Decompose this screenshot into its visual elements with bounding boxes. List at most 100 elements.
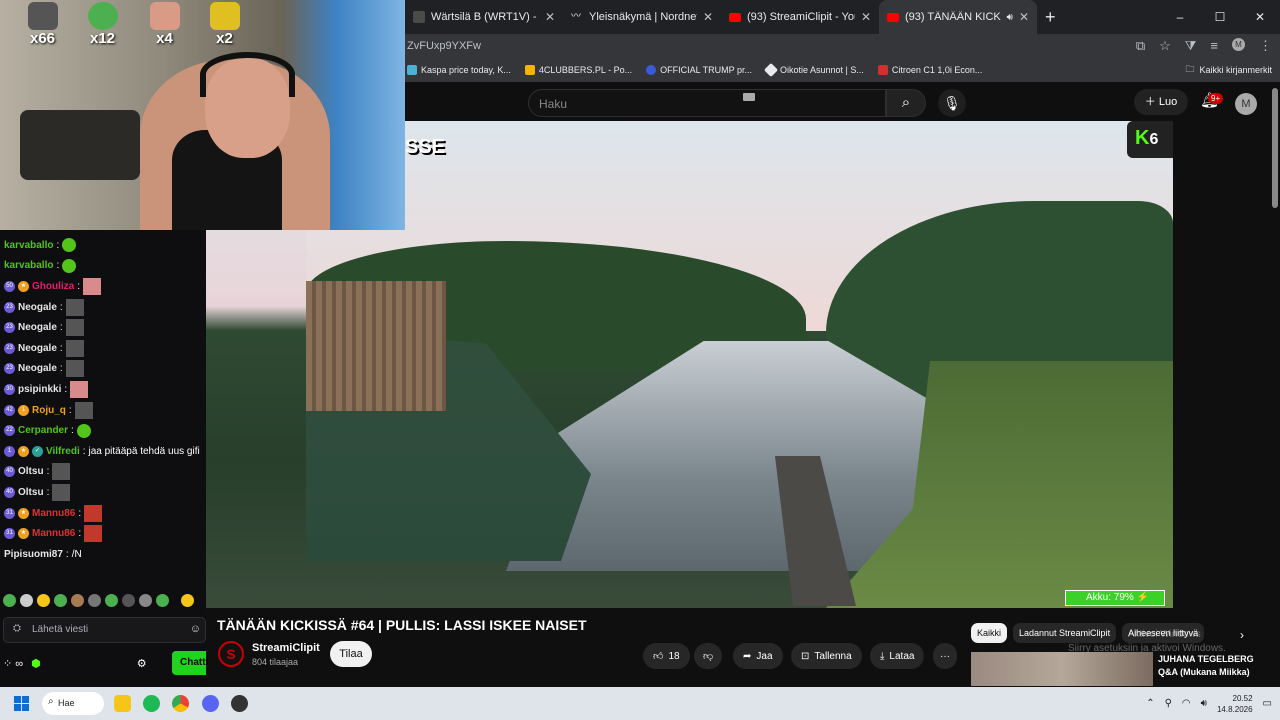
emote-icon[interactable] xyxy=(105,594,118,607)
search-input[interactable]: Haku xyxy=(528,89,886,117)
emote-icon[interactable] xyxy=(156,594,169,607)
obs-icon[interactable] xyxy=(231,695,248,712)
file-explorer-icon[interactable] xyxy=(114,695,131,712)
youtube-icon xyxy=(887,12,899,22)
browser-tab[interactable]: (93) StreamiClipit - YouTube ✕ xyxy=(721,0,879,34)
clock-time: 20.52 xyxy=(1232,693,1253,703)
create-button[interactable]: ＋ Luo xyxy=(1134,89,1188,115)
filter-chip-all[interactable]: Kaikki xyxy=(971,623,1008,643)
chrome-icon[interactable] xyxy=(172,695,189,712)
chat-username[interactable]: Vilfredi xyxy=(46,446,80,457)
chat-username[interactable]: karvaballo xyxy=(4,240,53,251)
windows-start-icon[interactable] xyxy=(14,696,29,711)
subscribe-button[interactable]: Tilaa xyxy=(330,641,372,667)
maximize-button[interactable]: ☐ xyxy=(1200,0,1240,34)
notification-icon[interactable]: ▭ xyxy=(1263,698,1272,709)
chat-username[interactable]: Oltsu xyxy=(18,466,44,477)
emote-picker-icon[interactable]: ☺ xyxy=(190,623,201,635)
chat-message: 23 Neogale: xyxy=(4,317,204,338)
discord-icon[interactable] xyxy=(202,695,219,712)
chat-settings-icon[interactable]: ⛭ xyxy=(13,623,21,634)
emote-icon[interactable] xyxy=(3,594,16,607)
url-text[interactable]: ZvFUxp9YXFw xyxy=(405,40,481,52)
gear-icon[interactable]: ⚙ xyxy=(137,657,147,670)
bookmark-item[interactable]: Oikotie Asunnot | S... xyxy=(763,62,864,78)
chevron-up-icon[interactable]: ⌃ xyxy=(1146,698,1154,709)
chat-username[interactable]: karvaballo xyxy=(4,260,53,271)
close-tab-icon[interactable]: ✕ xyxy=(1019,10,1029,24)
extensions-icon[interactable]: ⧩ xyxy=(1185,38,1197,54)
emote-icon xyxy=(27,2,58,30)
folder-icon: 🗀 xyxy=(1185,64,1195,74)
close-tab-icon[interactable]: ✕ xyxy=(861,10,871,24)
chat-send-button[interactable]: Chatti xyxy=(172,651,208,675)
browser-tab[interactable]: 〰 Yleisnäkymä | Nordnet ✕ xyxy=(563,0,721,34)
emote-icon xyxy=(209,2,240,30)
chat-username[interactable]: Ghouliza xyxy=(32,281,74,292)
bookmark-item[interactable]: 4CLUBBERS.PL - Po... xyxy=(524,65,632,75)
chat-username[interactable]: Cerpander xyxy=(18,425,68,436)
spotify-icon[interactable] xyxy=(143,695,160,712)
emote-icon[interactable] xyxy=(88,594,101,607)
all-bookmarks[interactable]: 🗀 Kaikki kirjanmerkit xyxy=(1185,62,1272,78)
speaker-icon[interactable]: 🔊︎ xyxy=(1007,12,1013,23)
chat-username[interactable]: Pipisuomi87 xyxy=(4,549,63,560)
emote-icon[interactable] xyxy=(139,594,152,607)
voice-search-button[interactable]: 🎙︎ xyxy=(938,89,966,117)
chat-username[interactable]: Neogale xyxy=(18,363,57,374)
browser-tab[interactable]: Wärtsilä B (WRT1V) - Osakekurssi ✕ xyxy=(405,0,563,34)
media-control-icon[interactable]: ≡ xyxy=(1210,38,1218,54)
new-tab-button[interactable]: + xyxy=(1045,7,1056,28)
chat-username[interactable]: Mannu86 xyxy=(32,528,75,539)
search-button[interactable]: ⌕ xyxy=(886,89,926,117)
chat-badge: ✓ xyxy=(32,445,43,457)
profile-icon[interactable]: M xyxy=(1232,38,1245,51)
install-app-icon[interactable]: ⧉ xyxy=(1136,38,1145,54)
bookmark-item[interactable]: Kaspa price today, K... xyxy=(407,65,511,75)
share-button[interactable]: ➦ Jaa xyxy=(733,643,783,669)
dislike-button[interactable]: 👎︎ xyxy=(694,643,723,669)
recommended-video-title[interactable]: JUHANA TEGELBERG Q&A (Mukana Miikka) xyxy=(1158,653,1254,679)
channel-avatar[interactable]: S xyxy=(218,641,244,667)
chat-input[interactable]: ⛭ Lähetä viesti ☺ xyxy=(3,617,206,643)
emote-icon[interactable] xyxy=(20,594,33,607)
more-actions-button[interactable]: ··· xyxy=(933,643,957,669)
avatar[interactable]: M xyxy=(1235,93,1257,115)
close-tab-icon[interactable]: ✕ xyxy=(545,10,555,24)
chevron-right-icon[interactable]: › xyxy=(1240,628,1244,642)
chat-username[interactable]: psipinkki xyxy=(18,384,61,395)
address-bar[interactable]: ZvFUxp9YXFw ⧉ ☆ ⧩ ≡ M ⋮ xyxy=(405,34,1280,58)
browser-tab-active[interactable]: (93) TÄNÄÄN KICKISSÄ #64 🔊︎ ✕ xyxy=(879,0,1037,34)
scrollbar[interactable] xyxy=(1272,88,1278,208)
bookmark-item[interactable]: Citroen C1 1,0i Econ... xyxy=(877,65,982,75)
close-tab-icon[interactable]: ✕ xyxy=(703,10,713,24)
chat-username[interactable]: Neogale xyxy=(18,302,57,313)
chat-username[interactable]: Mannu86 xyxy=(32,508,75,519)
bookmark-item[interactable]: OFFICIAL TRUMP pr... xyxy=(646,65,752,75)
location-icon[interactable]: ⚲ xyxy=(1165,698,1172,709)
menu-kebab-icon[interactable]: ⋮ xyxy=(1259,38,1272,54)
taskbar-search[interactable]: ⌕ Hae xyxy=(42,692,104,715)
chat-username[interactable]: Neogale xyxy=(18,343,57,354)
recommended-video-thumbnail[interactable] xyxy=(971,652,1153,686)
close-window-button[interactable]: ✕ xyxy=(1240,0,1280,34)
emote-icon[interactable] xyxy=(71,594,84,607)
like-button[interactable]: 👍︎ 18 xyxy=(643,643,690,669)
chat-username[interactable]: Roju_q xyxy=(32,405,66,416)
save-button[interactable]: ⊡ Tallenna xyxy=(791,643,862,669)
taskbar-clock[interactable]: 20.52 14.8.2026 xyxy=(1217,693,1253,715)
channel-name[interactable]: StreamiClipit xyxy=(252,642,320,654)
emote-icon[interactable] xyxy=(37,594,50,607)
minimize-button[interactable]: – xyxy=(1160,0,1200,34)
wifi-icon[interactable]: ◠ xyxy=(1182,698,1191,709)
chat-badge: 23 xyxy=(4,342,15,354)
chat-username[interactable]: Neogale xyxy=(18,322,57,333)
volume-icon[interactable]: 🔊︎ xyxy=(1201,698,1207,709)
emote-icon[interactable] xyxy=(54,594,67,607)
bookmark-star-icon[interactable]: ☆ xyxy=(1159,38,1171,54)
emote-icon[interactable] xyxy=(122,594,135,607)
emote-icon[interactable] xyxy=(181,594,194,607)
chat-username[interactable]: Oltsu xyxy=(18,487,44,498)
keyboard-icon[interactable] xyxy=(743,93,755,101)
download-button[interactable]: ⤓ Lataa xyxy=(870,643,925,669)
